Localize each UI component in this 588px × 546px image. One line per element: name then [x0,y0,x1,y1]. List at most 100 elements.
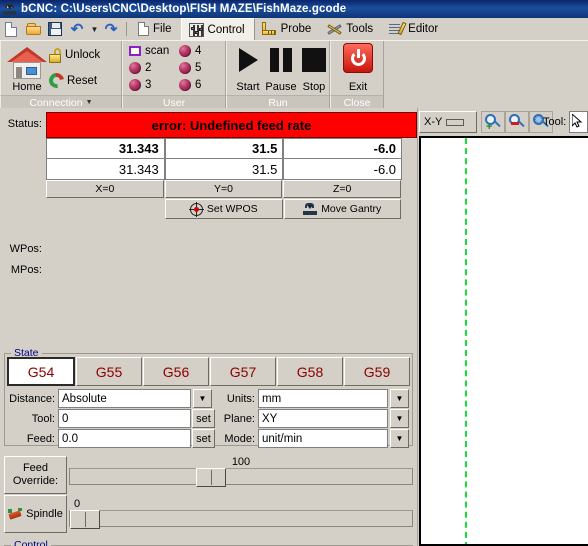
open-file-button[interactable] [22,18,44,40]
move-gantry-label: Move Gantry [321,203,382,215]
user-button-scan[interactable]: scan [129,45,169,57]
pause-button[interactable]: Pause [264,43,298,93]
feed-override-label-line1: Feed [22,462,49,474]
ribbon-group-close-caption: Close [330,95,384,109]
tab-probe[interactable]: Probe [255,18,321,40]
feed-override-slider-thumb[interactable] [196,468,226,487]
mode-dropdown-button[interactable]: ▼ [390,429,409,448]
reset-button-label: Reset [67,74,98,87]
user-button-2[interactable]: 2 [129,62,151,74]
plane-dropdown-button[interactable]: ▼ [390,409,409,428]
projection-selector[interactable]: X-Y [419,111,477,133]
menubar: ↶ ▼ ↷ File Control Probe Tools Editor [0,18,588,40]
position-grid: 31.343 31.5 -6.0 31.343 31.5 -6.0 [46,138,403,180]
redo-button[interactable]: ↷ [100,18,122,40]
units-label: Units: [226,392,255,405]
user-button-3[interactable]: 3 [129,79,151,91]
zero-y-button[interactable]: Y=0 [164,180,283,198]
stop-button[interactable]: Stop [297,43,331,93]
tool-set-button[interactable]: set [192,409,215,428]
tab-control[interactable]: Control [180,18,255,40]
units-field[interactable]: mm [258,389,388,408]
user-button-4-label: 4 [195,45,202,57]
exit-button-label: Exit [348,81,368,93]
toolpath-line [465,138,467,544]
spindle-slider[interactable] [69,510,413,529]
home-button-label: Home [12,81,42,93]
stop-button-label: Stop [302,81,326,93]
wpos-y[interactable]: 31.5 [164,138,284,159]
panel-divider [417,108,418,546]
wcs-tab-g56[interactable]: G56 [143,357,209,386]
window-titlebar: bCNC: C:\Users\CNC\Desktop\FISH MAZE\Fis… [0,0,588,18]
unlock-button[interactable]: Unlock [49,43,117,67]
reset-button[interactable]: Reset [46,68,117,93]
ribbon-group-connection-caption[interactable]: Connection ▼ [0,95,122,109]
led-icon [179,62,191,74]
set-wpos-button[interactable]: Set WPOS [165,199,283,219]
wpos-x[interactable]: 31.343 [46,138,165,159]
ribbon-group-user: scan 2 3 4 5 6 User [122,41,226,109]
led-icon [129,79,141,91]
tab-file[interactable]: File [131,18,181,40]
option-menu-icon [446,118,465,126]
zero-buttons-row: X=0 Y=0 Z=0 [46,180,402,198]
undo-button[interactable]: ↶ [66,18,88,40]
feed-override-value: 100 [231,456,251,468]
spindle-value: 0 [74,498,81,510]
wcs-tab-g59[interactable]: G59 [344,357,410,386]
chevron-down-icon: ▼ [90,24,99,34]
open-folder-icon [25,23,41,35]
user-button-6[interactable]: 6 [179,79,201,91]
undo-icon: ↶ [70,20,84,38]
distance-dropdown-button[interactable]: ▼ [193,389,212,408]
projection-label: X-Y [424,116,443,128]
refresh-icon [46,70,67,91]
mpos-x: 31.343 [46,159,165,180]
wcs-tab-g54[interactable]: G54 [7,357,75,386]
feed-field[interactable]: 0.0 [58,429,191,448]
tab-tools-label: Tools [346,23,374,35]
exit-button[interactable]: Exit [338,43,378,93]
spindle-slider-thumb[interactable] [70,510,100,529]
units-dropdown-button[interactable]: ▼ [390,389,409,408]
save-file-button[interactable] [44,18,66,40]
zoom-out-button[interactable] [505,111,529,133]
start-button[interactable]: Start [231,43,265,93]
stop-icon [302,48,326,72]
wcs-tab-g57[interactable]: G57 [210,357,276,386]
user-button-4[interactable]: 4 [179,45,201,57]
feed-set-button[interactable]: set [192,429,215,448]
tab-editor[interactable]: Editor [382,18,447,40]
wrench-screwdriver-icon [327,22,342,36]
wcs-tab-g55[interactable]: G55 [76,357,142,386]
undo-dropdown-button[interactable]: ▼ [88,18,100,40]
zero-x-button[interactable]: X=0 [46,180,164,198]
tool-field[interactable]: 0 [58,409,191,428]
plane-field[interactable]: XY [258,409,388,428]
mouse-cursor-icon [572,114,583,128]
feed-override-slider[interactable] [69,468,413,487]
spindle-button[interactable]: Spindle [4,495,67,533]
new-document-button[interactable] [0,18,22,40]
tool-indicator[interactable] [569,111,588,133]
state-group: State G54 G55 G56 G57 G58 G59 Distance: … [4,347,413,448]
tab-editor-label: Editor [408,23,439,35]
feed-override-button[interactable]: Feed Override: [4,456,67,494]
wcs-tab-g58[interactable]: G58 [277,357,343,386]
home-button[interactable]: Home [5,43,49,93]
house-icon [7,47,47,81]
wpos-z[interactable]: -6.0 [283,138,403,159]
gcode-canvas[interactable] [419,136,588,546]
tab-tools[interactable]: Tools [320,18,382,40]
chevron-down-icon: ▼ [198,394,207,403]
zoom-in-button[interactable]: + [481,111,505,133]
zero-z-button[interactable]: Z=0 [283,180,402,198]
mode-field[interactable]: unit/min [258,429,388,448]
tool-label: Tool: [543,116,567,128]
ruler-icon [261,22,277,36]
move-gantry-button[interactable]: Move Gantry [283,199,401,219]
user-button-5[interactable]: 5 [179,62,201,74]
mpos-label: MPos: [10,264,42,276]
distance-field[interactable]: Absolute [58,389,191,408]
